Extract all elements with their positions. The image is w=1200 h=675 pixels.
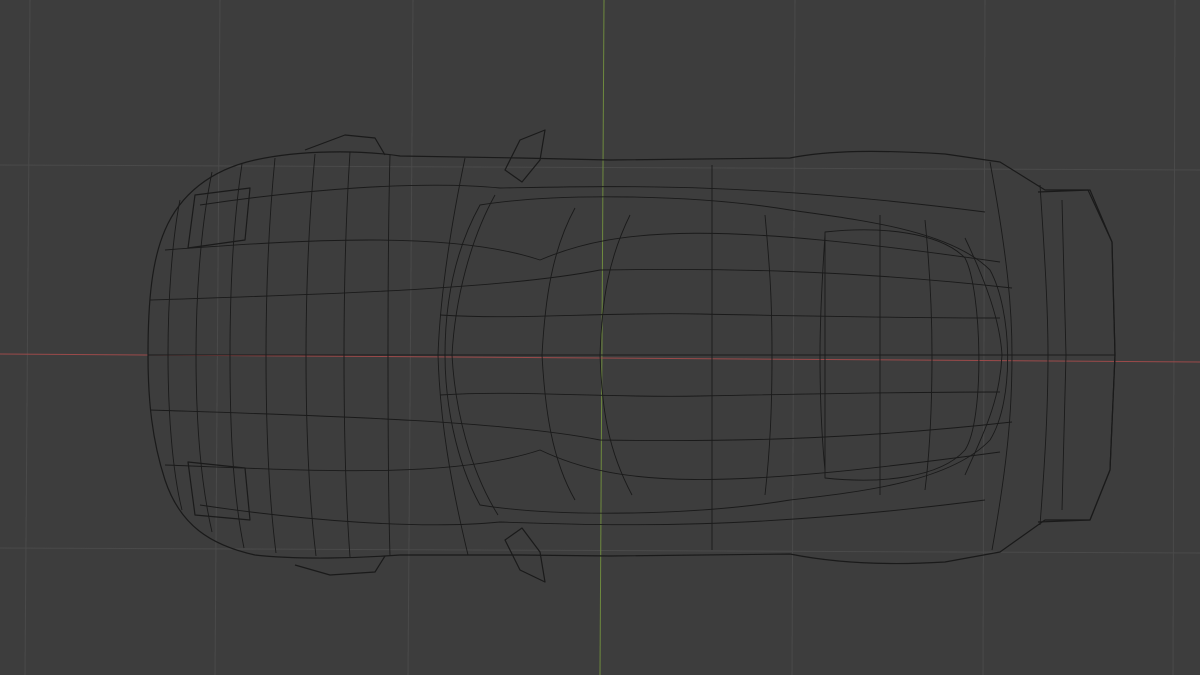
headlight-right xyxy=(187,461,251,521)
rear-wing xyxy=(1037,189,1116,523)
mesh-ring xyxy=(387,154,391,557)
mesh-edge xyxy=(439,391,1001,397)
mesh-ring xyxy=(989,161,1013,551)
mesh-edge xyxy=(149,268,1013,301)
mesh-edge xyxy=(439,313,1001,319)
floor-grid xyxy=(0,0,1200,675)
front-fender-right xyxy=(294,555,386,576)
mesh-ring xyxy=(195,171,213,533)
mesh-edge xyxy=(164,449,1001,480)
3d-viewport[interactable] xyxy=(0,0,1200,675)
mesh-ring xyxy=(819,234,826,471)
mesh-edge xyxy=(164,232,1001,263)
viewport-canvas[interactable] xyxy=(0,0,1200,675)
mesh-ring xyxy=(541,207,576,501)
mesh-edge xyxy=(149,409,1013,442)
mirror-left xyxy=(504,129,546,183)
mesh-ring xyxy=(343,151,351,558)
mesh-edge xyxy=(199,184,986,213)
mesh-edge xyxy=(199,499,986,526)
